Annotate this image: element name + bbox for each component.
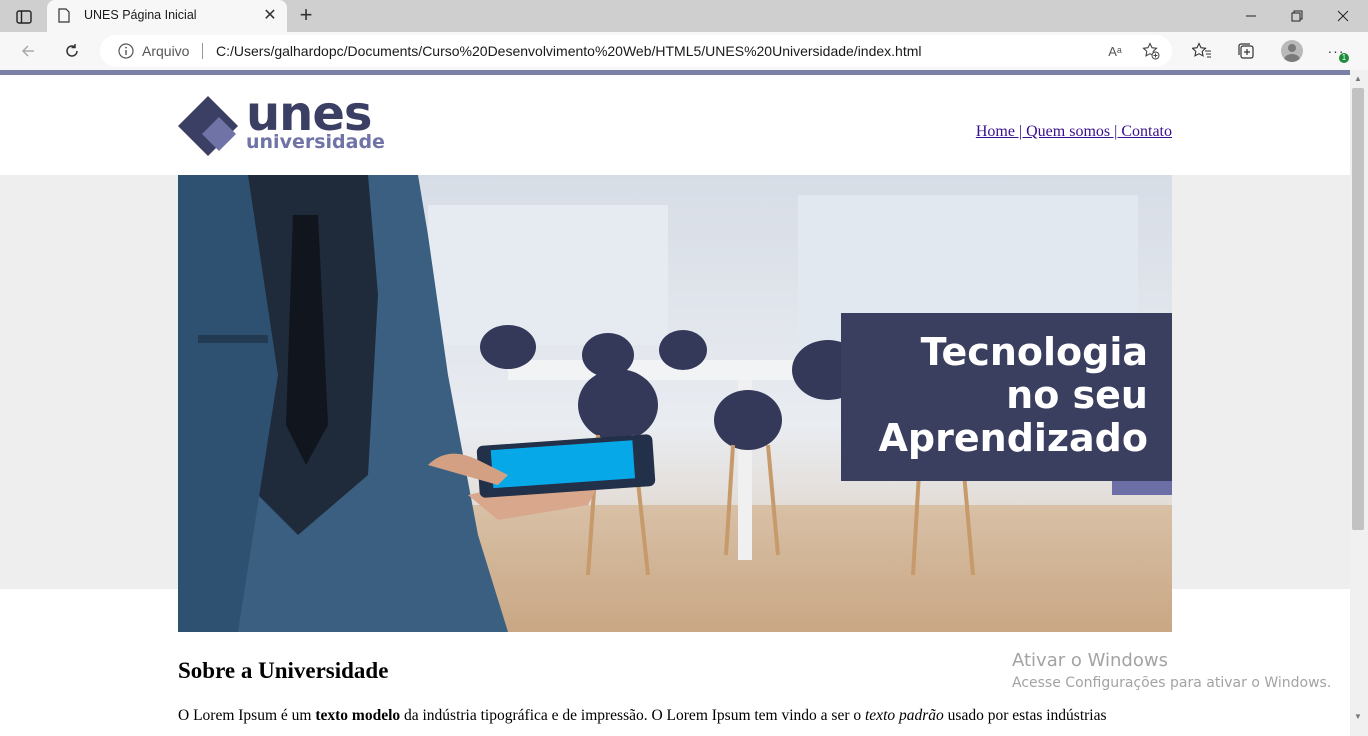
collections-button[interactable] bbox=[1231, 37, 1261, 65]
nav-separator: | bbox=[1110, 123, 1122, 140]
main-nav: Home | Quem somos | Contato bbox=[976, 123, 1172, 141]
favorites-icon bbox=[1192, 42, 1211, 58]
minimize-icon bbox=[1246, 15, 1256, 17]
about-text-part: usado por estas indústrias bbox=[943, 707, 1107, 724]
nav-contato[interactable]: Contato bbox=[1121, 123, 1172, 140]
browser-toolbar: Arquivo C:/Users/galhardopc/Documents/Cu… bbox=[0, 32, 1368, 70]
watermark-title: Ativar o Windows bbox=[1012, 650, 1168, 671]
add-favorite-icon[interactable] bbox=[1140, 41, 1162, 61]
scroll-down-icon[interactable]: ▼ bbox=[1354, 712, 1362, 722]
watermark-subtitle: Acesse Configurações para ativar o Windo… bbox=[1012, 675, 1332, 691]
about-text-part: da indústria tipográfica e de impressão.… bbox=[400, 707, 865, 724]
address-bar[interactable]: Arquivo C:/Users/galhardopc/Documents/Cu… bbox=[100, 35, 1172, 67]
back-button[interactable] bbox=[13, 37, 43, 65]
page-icon bbox=[58, 8, 70, 23]
tab-bar: UNES Página Inicial ✕ + bbox=[0, 0, 1368, 32]
site-logo[interactable]: unes universidade bbox=[178, 86, 398, 156]
minimize-button[interactable] bbox=[1228, 0, 1274, 32]
notification-badge: 1 bbox=[1339, 53, 1349, 63]
address-scheme: Arquivo bbox=[142, 43, 190, 59]
new-tab-button[interactable]: + bbox=[294, 4, 318, 28]
tab-actions-button[interactable] bbox=[10, 6, 38, 28]
banner-accent-stripe bbox=[1112, 481, 1172, 495]
logo-diamond-icon bbox=[178, 96, 238, 156]
more-button[interactable]: ··· 1 bbox=[1321, 37, 1351, 65]
restore-button[interactable] bbox=[1274, 0, 1320, 32]
restore-icon bbox=[1291, 10, 1303, 22]
profile-button[interactable] bbox=[1277, 37, 1307, 65]
info-icon[interactable] bbox=[118, 43, 134, 59]
about-text-bold: texto modelo bbox=[315, 707, 401, 724]
about-paragraph: O Lorem Ipsum é um texto modelo da indús… bbox=[178, 707, 1107, 725]
hero-banner: Tecnologia no seu Aprendizado bbox=[178, 175, 1172, 632]
banner-text-box: Tecnologia no seu Aprendizado bbox=[841, 313, 1172, 481]
read-aloud-icon[interactable]: Aᵃ bbox=[1104, 41, 1126, 61]
profile-icon bbox=[1281, 40, 1303, 62]
nav-quem-somos[interactable]: Quem somos bbox=[1026, 123, 1110, 140]
about-text-part: O Lorem Ipsum é um bbox=[178, 707, 316, 724]
banner-line-2: no seu bbox=[1006, 373, 1148, 417]
tab-title: UNES Página Inicial bbox=[84, 8, 197, 22]
refresh-icon bbox=[66, 44, 78, 57]
favorites-button[interactable] bbox=[1187, 37, 1217, 65]
address-url[interactable]: C:/Users/galhardopc/Documents/Curso%20De… bbox=[216, 43, 922, 59]
back-icon bbox=[21, 45, 34, 57]
scroll-up-icon[interactable]: ▲ bbox=[1354, 74, 1362, 84]
about-heading: Sobre a Universidade bbox=[178, 658, 389, 683]
scroll-thumb[interactable] bbox=[1352, 88, 1364, 530]
nav-home[interactable]: Home bbox=[976, 123, 1015, 140]
site-header: unes universidade Home | Quem somos | Co… bbox=[0, 75, 1350, 175]
collections-icon bbox=[1238, 43, 1254, 59]
page-viewport: unes universidade Home | Quem somos | Co… bbox=[0, 70, 1350, 736]
nav-separator: | bbox=[1014, 123, 1027, 140]
active-tab[interactable]: UNES Página Inicial ✕ bbox=[47, 0, 287, 32]
address-separator bbox=[202, 43, 203, 59]
banner-line-3: Aprendizado bbox=[878, 416, 1148, 460]
tab-close-button[interactable]: ✕ bbox=[261, 6, 279, 26]
refresh-button[interactable] bbox=[57, 37, 87, 65]
sidebar-icon bbox=[16, 10, 32, 24]
logo-subtitle: universidade bbox=[246, 131, 385, 153]
close-icon bbox=[1337, 10, 1349, 22]
vertical-scrollbar[interactable]: ▲ ▼ bbox=[1350, 70, 1368, 736]
close-window-button[interactable] bbox=[1320, 0, 1366, 32]
windows-activation-watermark: Ativar o Windows Acesse Configurações pa… bbox=[1012, 650, 1331, 691]
about-text-italic: texto padrão bbox=[865, 707, 944, 724]
banner-line-1: Tecnologia bbox=[920, 330, 1148, 374]
